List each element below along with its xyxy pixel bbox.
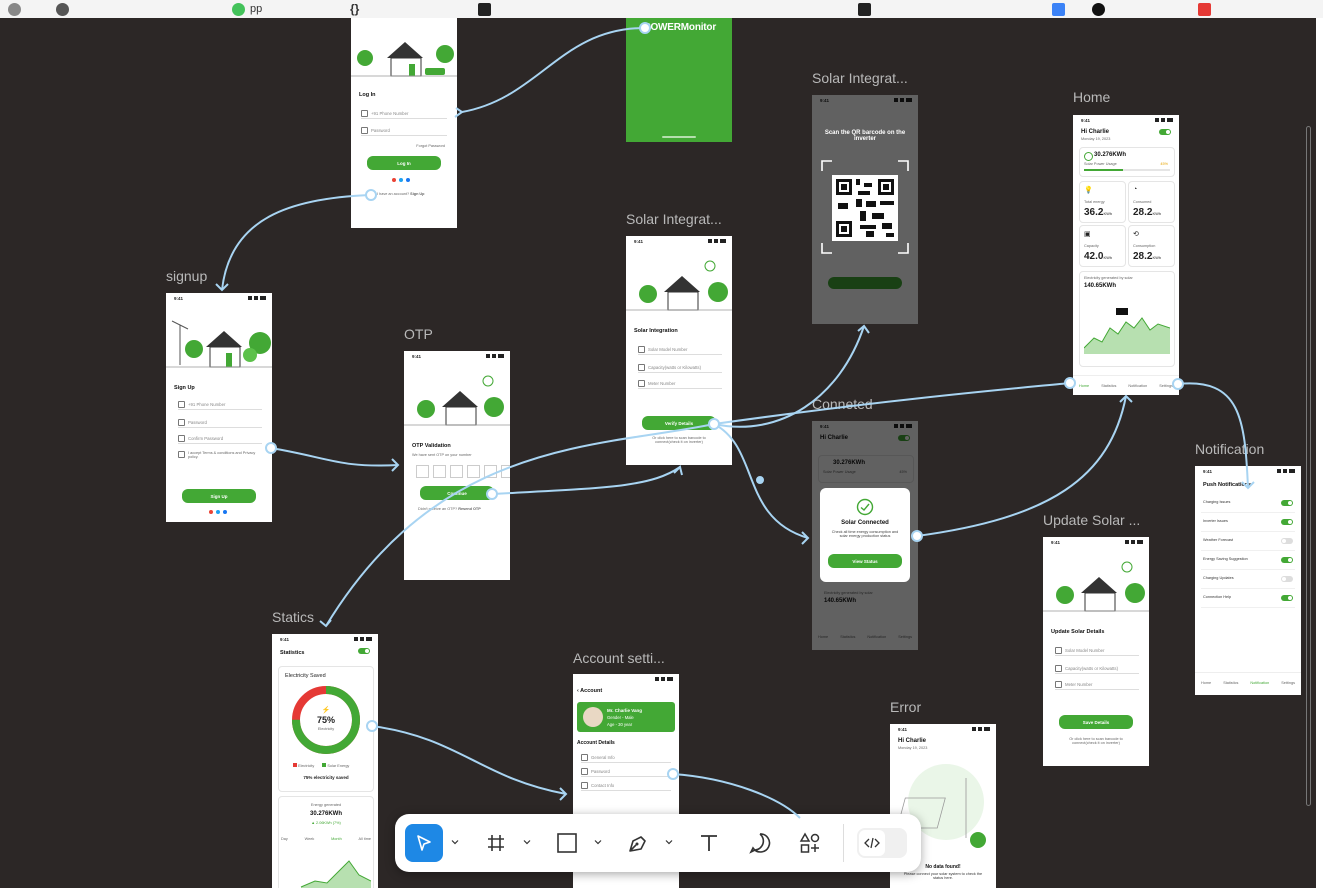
bookmark-item[interactable]	[1198, 0, 1211, 18]
right-panel-edge	[1316, 18, 1323, 888]
bookmark-item[interactable]	[1052, 0, 1065, 18]
bookmark-item[interactable]	[56, 0, 69, 18]
prototype-connectors	[215, 22, 1255, 819]
design-canvas[interactable]: signup OTP Solar Integrat... Solar Integ…	[0, 18, 1316, 888]
bookmark-item[interactable]	[478, 0, 491, 18]
bookmarks-bar: pp {}	[0, 0, 1323, 18]
bookmark-item[interactable]	[8, 0, 21, 18]
bookmark-item[interactable]	[1092, 0, 1105, 18]
bookmark-item[interactable]: pp	[232, 0, 262, 18]
bookmark-item[interactable]	[858, 0, 871, 18]
bookmark-item[interactable]: {}	[350, 0, 359, 18]
